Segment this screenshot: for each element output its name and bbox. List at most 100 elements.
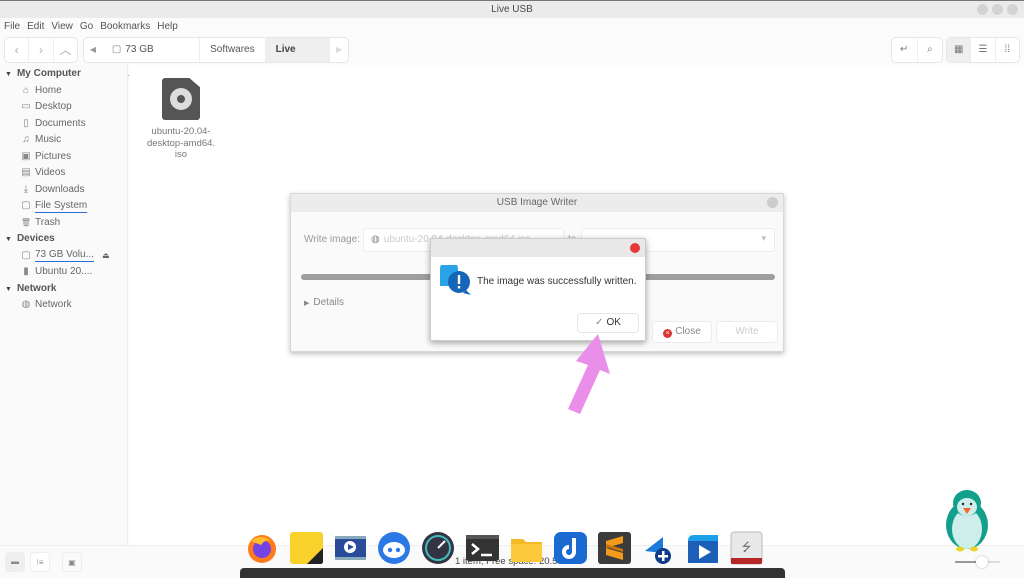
dock-discord[interactable] [377, 531, 412, 565]
tree-icon: ⁝≡ [36, 558, 44, 567]
close-button[interactable]: × Close [652, 321, 712, 343]
expand-triangle-icon: ▼ [5, 236, 12, 243]
view-mode-group: ▦ ☰ ⁞⁞ [946, 37, 1020, 63]
message-dialog-titlebar [431, 239, 645, 257]
dock-speedometer[interactable] [421, 531, 456, 565]
expand-triangle-icon: ▼ [5, 71, 12, 78]
toggle-location-button[interactable]: ↵ [892, 38, 918, 62]
dock-terminal[interactable] [465, 531, 500, 565]
music-icon: ♫ [22, 134, 30, 145]
sidebar-item-73gb-volume[interactable]: ▢ 73 GB Volu... ⏏ [0, 248, 127, 265]
drive-icon: ▢ [111, 44, 122, 55]
breadcrumb-scroll-right[interactable]: ▶ [330, 38, 348, 62]
usb-icon: ⭍ [730, 531, 763, 565]
sidebar-item-videos[interactable]: ▤ Videos [0, 165, 127, 182]
icon-view-icon: ▦ [953, 44, 964, 55]
eject-icon[interactable]: ⏏ [102, 248, 110, 265]
sidebar-item-pictures[interactable]: ▣ Pictures [0, 149, 127, 166]
show-places-button[interactable]: ▬ [5, 552, 25, 572]
breadcrumb-73gb-volume[interactable]: ▢73 GB Volume [102, 38, 201, 79]
dock-media-player[interactable] [685, 531, 720, 565]
toggle-location-icon: ↵ [900, 44, 909, 55]
sidebar-item-music[interactable]: ♫ Music [0, 132, 127, 149]
menu-view[interactable]: View [51, 18, 73, 35]
menu-bookmarks[interactable]: Bookmarks [100, 18, 150, 35]
menu-file[interactable]: File [4, 18, 20, 35]
minimize-button[interactable] [977, 4, 988, 15]
list-view-icon: ☰ [978, 44, 988, 55]
globe-icon: ◍ [371, 234, 380, 245]
details-expander[interactable]: ▶ Details [304, 297, 344, 308]
sidebar-item-file-system[interactable]: ▢ File System [0, 198, 127, 215]
breadcrumb-scroll-left[interactable]: ◀ [84, 38, 102, 62]
menubar: File Edit View Go Bookmarks Help [0, 18, 1024, 35]
location-search-group: ↵ ⌕ [891, 37, 943, 63]
sidebar-item-downloads[interactable]: ⤓ Downloads [0, 182, 127, 199]
menu-help[interactable]: Help [157, 18, 178, 35]
close-button[interactable] [1007, 4, 1018, 15]
sidebar-item-ubuntu-usb[interactable]: ▮ Ubuntu 20.... [0, 264, 127, 281]
close-window-button[interactable] [767, 197, 778, 208]
forward-button[interactable]: › [29, 38, 54, 62]
expand-triangle-icon: ▶ [304, 300, 310, 307]
breadcrumb-live-usb[interactable]: Live USB [265, 38, 331, 79]
sidebar-item-documents[interactable]: ▯ Documents [0, 116, 127, 133]
dock-firefox[interactable] [245, 531, 280, 565]
icon-view-button[interactable]: ▦ [947, 38, 972, 62]
firefox-icon [248, 535, 276, 563]
folder-icon: ▬ [11, 557, 19, 566]
speedometer-icon [422, 532, 454, 564]
dock-sticky-notes[interactable] [289, 531, 324, 565]
window-title: Live USB [491, 4, 533, 15]
drive-icon: ▢ [21, 249, 31, 261]
breadcrumb-softwares[interactable]: Softwares [200, 38, 266, 62]
write-button[interactable]: Write [716, 321, 778, 343]
sidebar-section-devices[interactable]: ▼ Devices [0, 231, 127, 248]
back-button[interactable]: ‹ [5, 38, 30, 62]
file-name-line: iso [174, 149, 188, 160]
penguin-mascot-icon [946, 490, 988, 552]
video-editor-icon [335, 536, 366, 560]
zoom-slider[interactable] [955, 556, 1000, 568]
sidebar-item-home[interactable]: ⌂ Home [0, 83, 127, 100]
compact-view-button[interactable]: ⁞⁞ [996, 38, 1019, 62]
dock-add-app[interactable] [641, 531, 676, 565]
dock-files[interactable] [509, 531, 544, 565]
zoom-slider-knob[interactable] [976, 556, 988, 568]
maximize-button[interactable] [992, 4, 1003, 15]
expand-triangle-icon: ▼ [5, 285, 12, 293]
dock-video-editor[interactable] [333, 531, 368, 565]
ok-button[interactable]: ✓ OK [577, 313, 639, 333]
dock: ⭍ [240, 528, 785, 578]
info-chat-icon [440, 265, 471, 295]
dock-usb-image-writer[interactable]: ⭍ [729, 531, 764, 565]
up-button[interactable]: ︿ [54, 38, 77, 62]
menu-go[interactable]: Go [80, 18, 93, 35]
svg-text:⭍: ⭍ [742, 540, 752, 554]
dock-joplin[interactable] [553, 531, 588, 565]
window-titlebar: Live USB [0, 0, 1024, 18]
success-message-dialog: The image was successfully written. ✓ OK [430, 238, 646, 341]
list-view-button[interactable]: ☰ [971, 38, 996, 62]
sidebar-item-desktop[interactable]: ▭ Desktop [0, 99, 127, 116]
checkmark-icon: ✓ [595, 317, 604, 328]
sidebar-section-network[interactable]: ▼ Network [0, 281, 127, 298]
sidebar-section-my-computer[interactable]: ▼ My Computer [0, 66, 127, 83]
menu-edit[interactable]: Edit [27, 18, 44, 35]
search-icon: ⌕ [926, 44, 933, 55]
show-treeview-button[interactable]: ⁝≡ [30, 552, 50, 572]
sidebar-item-network[interactable]: ◍ Network [0, 297, 127, 314]
message-close-button[interactable] [630, 243, 640, 253]
toggle-sidebar-button[interactable]: ▣ [62, 552, 82, 572]
terminal-icon [466, 535, 499, 561]
joplin-icon [554, 532, 587, 564]
drive-icon: ▢ [21, 200, 31, 211]
search-button[interactable]: ⌕ [918, 38, 943, 62]
sidebar-icon: ▣ [68, 558, 76, 567]
file-item[interactable]: ubuntu-20.04- desktop-amd64. iso [145, 78, 217, 161]
home-icon: ⌂ [22, 84, 30, 96]
dock-sublime-text[interactable] [597, 531, 632, 565]
usb-image-writer-title: USB Image Writer [291, 194, 783, 212]
usb-drive-icon: ▮ [23, 266, 29, 277]
sidebar-item-trash[interactable]: 🗑 Trash [0, 215, 127, 232]
